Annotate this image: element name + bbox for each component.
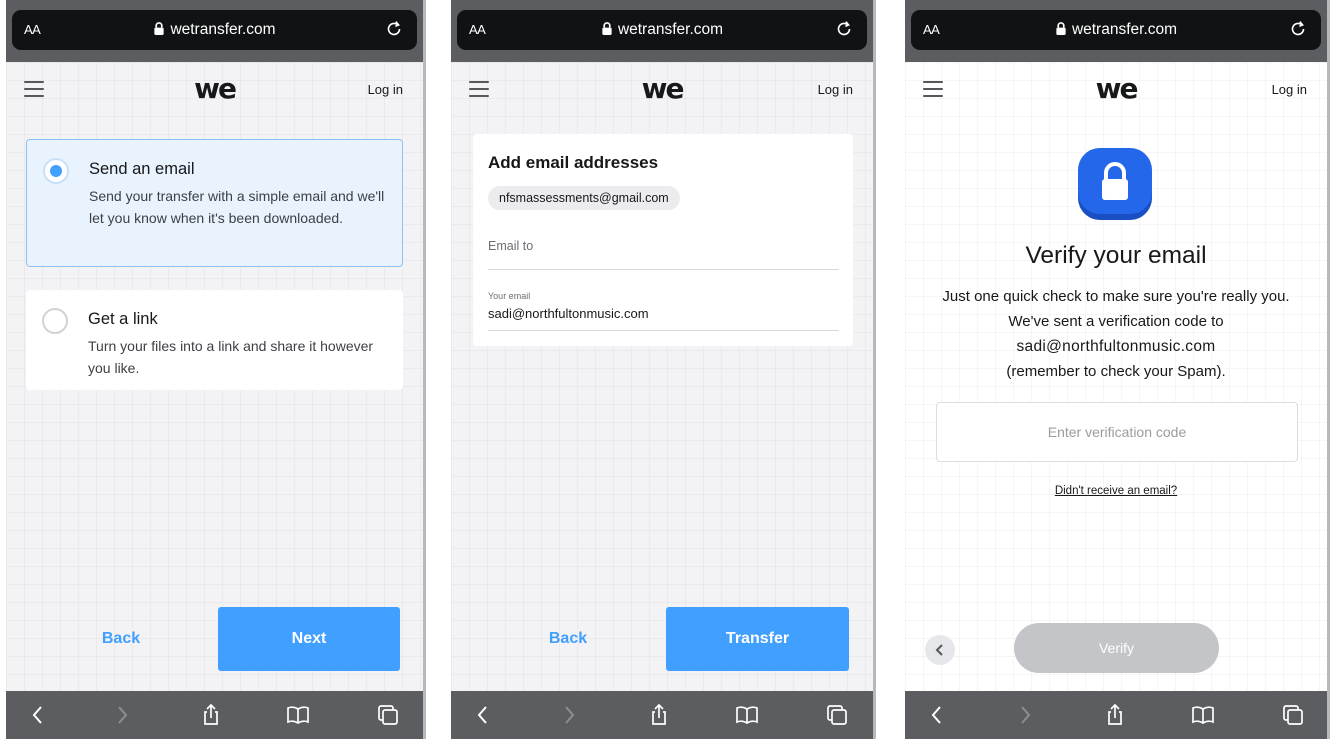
forward-arrow-icon[interactable] (110, 703, 134, 727)
option-description: Send your transfer with a simple email a… (89, 188, 385, 226)
url-display[interactable]: wetransfer.com (911, 21, 1321, 39)
option-description: Turn your files into a link and share it… (88, 338, 374, 376)
share-icon[interactable] (647, 703, 671, 727)
recipient-chip[interactable]: nfsmassessments@gmail.com (488, 186, 680, 210)
browser-address-bar: AA wetransfer.com (905, 0, 1327, 62)
url-text: wetransfer.com (170, 21, 276, 38)
card-title: Add email addresses (488, 153, 659, 172)
transfer-button[interactable]: Transfer (666, 607, 849, 671)
login-link[interactable]: Log in (1272, 82, 1307, 97)
hamburger-icon[interactable] (923, 81, 943, 97)
url-pill[interactable]: AA wetransfer.com (457, 10, 867, 50)
back-arrow-icon[interactable] (471, 703, 495, 727)
safari-toolbar (451, 691, 873, 739)
phone-add-emails: AA wetransfer.com we Log in Add email ad… (451, 0, 876, 739)
wetransfer-logo[interactable]: we (1096, 72, 1139, 105)
url-pill[interactable]: AA wetransfer.com (911, 10, 1321, 50)
login-link[interactable]: Log in (368, 82, 403, 97)
url-text: wetransfer.com (617, 21, 724, 38)
login-link[interactable]: Log in (818, 82, 853, 97)
page-content: we Log in Add email addresses nfsmassess… (451, 62, 873, 691)
forward-arrow-icon[interactable] (1013, 703, 1037, 727)
option-title: Send an email (89, 160, 195, 178)
resend-email-link[interactable]: Didn't receive an email? (905, 485, 1327, 497)
back-button[interactable]: Back (66, 607, 176, 671)
safari-toolbar (905, 691, 1327, 739)
url-display[interactable]: wetransfer.com (12, 21, 417, 39)
option-get-link[interactable]: Get a link Turn your files into a link a… (26, 290, 403, 390)
site-header: we Log in (905, 62, 1327, 118)
radio-send-email[interactable] (43, 158, 69, 184)
bookmarks-icon[interactable] (1191, 703, 1215, 727)
verify-title: Verify your email (1025, 242, 1207, 269)
tabs-icon[interactable] (1281, 703, 1305, 727)
chevron-left-icon (935, 644, 943, 656)
padlock-badge-icon (1078, 148, 1152, 220)
hamburger-icon[interactable] (469, 81, 489, 97)
email-to-placeholder: Email to (488, 239, 534, 253)
back-arrow-icon[interactable] (26, 703, 50, 727)
bookmarks-icon[interactable] (735, 703, 759, 727)
lock-icon (602, 22, 612, 35)
email-form-card: Add email addresses nfsmassessments@gmai… (473, 134, 853, 346)
verify-text-line1: Just one quick check to make sure you're… (942, 288, 1290, 330)
your-email-field[interactable]: Your email sadi@northfultonmusic.com (488, 282, 839, 331)
email-to-field[interactable]: Email to (488, 229, 839, 270)
your-email-value: sadi@northfultonmusic.com (488, 306, 649, 321)
back-arrow-icon[interactable] (925, 703, 949, 727)
url-text: wetransfer.com (1071, 21, 1178, 38)
tabs-icon[interactable] (825, 703, 849, 727)
reload-icon[interactable] (1287, 18, 1309, 40)
reload-icon[interactable] (833, 18, 855, 40)
verify-button[interactable]: Verify (1014, 623, 1219, 673)
next-button[interactable]: Next (218, 607, 400, 671)
back-circle-button[interactable] (925, 635, 955, 665)
share-icon[interactable] (1103, 703, 1127, 727)
lock-icon (1056, 22, 1066, 35)
url-display[interactable]: wetransfer.com (457, 21, 867, 39)
site-header: we Log in (451, 62, 873, 118)
tabs-icon[interactable] (376, 703, 400, 727)
phone-verify-email: AA wetransfer.com we Log in Verify your … (905, 0, 1330, 739)
back-button[interactable]: Back (513, 607, 623, 671)
browser-address-bar: AA wetransfer.com (6, 0, 423, 62)
page-content: we Log in Send an email Send your transf… (6, 62, 423, 691)
option-send-email[interactable]: Send an email Send your transfer with a … (26, 139, 403, 267)
lock-icon (154, 22, 165, 35)
your-email-label: Your email (488, 291, 531, 301)
browser-address-bar: AA wetransfer.com (451, 0, 873, 62)
forward-arrow-icon[interactable] (557, 703, 581, 727)
radio-get-link[interactable] (42, 308, 68, 334)
bookmarks-icon[interactable] (286, 703, 310, 727)
page-content: we Log in Verify your email Just one qui… (905, 62, 1327, 691)
wetransfer-logo[interactable]: we (642, 72, 685, 105)
verification-code-input[interactable] (936, 402, 1298, 462)
share-icon[interactable] (199, 703, 223, 727)
reload-icon[interactable] (383, 18, 405, 40)
url-pill[interactable]: AA wetransfer.com (12, 10, 417, 50)
verify-text-line2: (remember to check your Spam). (1006, 363, 1226, 380)
option-title: Get a link (88, 310, 158, 328)
phone-send-options: AA wetransfer.com we Log in Send an emai… (6, 0, 426, 739)
verify-instructions: Just one quick check to make sure you're… (935, 284, 1297, 384)
site-header: we Log in (6, 62, 423, 118)
verify-email-address: sadi@northfultonmusic.com (1016, 338, 1216, 355)
hamburger-icon[interactable] (24, 81, 44, 97)
wetransfer-logo[interactable]: we (194, 72, 237, 105)
safari-toolbar (6, 691, 423, 739)
